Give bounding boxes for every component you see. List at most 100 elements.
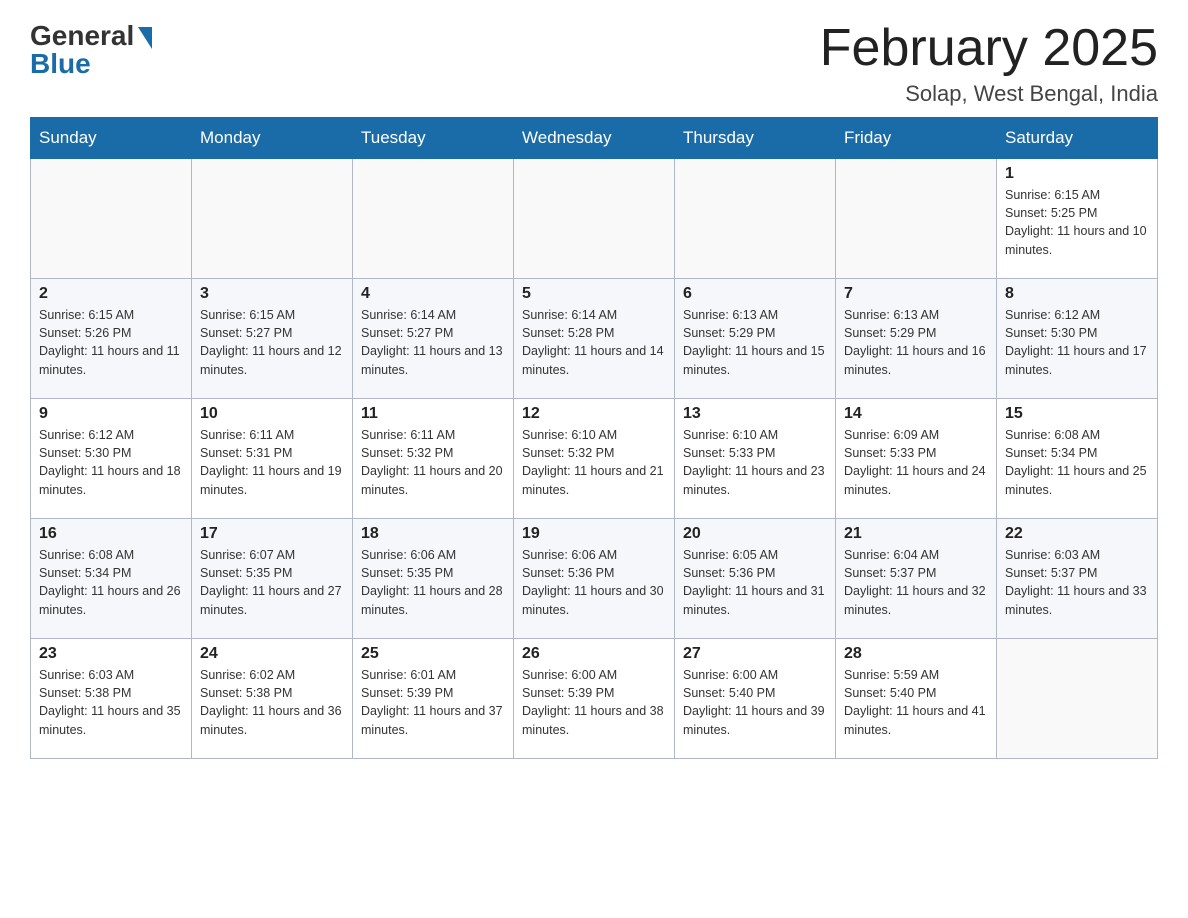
day-number: 2: [39, 285, 183, 303]
day-of-week-header: Thursday: [675, 118, 836, 159]
day-info: Sunrise: 6:10 AMSunset: 5:32 PMDaylight:…: [522, 426, 666, 499]
day-info: Sunrise: 6:02 AMSunset: 5:38 PMDaylight:…: [200, 666, 344, 739]
calendar-cell: 24 Sunrise: 6:02 AMSunset: 5:38 PMDayligh…: [192, 639, 353, 759]
day-number: 19: [522, 525, 666, 543]
day-number: 1: [1005, 165, 1149, 183]
calendar-cell: 21 Sunrise: 6:04 AMSunset: 5:37 PMDayligh…: [836, 519, 997, 639]
logo-blue-text: Blue: [30, 48, 91, 80]
calendar-cell: 5 Sunrise: 6:14 AMSunset: 5:28 PMDaylight…: [514, 279, 675, 399]
calendar-cell: 16 Sunrise: 6:08 AMSunset: 5:34 PMDayligh…: [31, 519, 192, 639]
day-number: 13: [683, 405, 827, 423]
calendar-cell: 3 Sunrise: 6:15 AMSunset: 5:27 PMDaylight…: [192, 279, 353, 399]
calendar-cell: 22 Sunrise: 6:03 AMSunset: 5:37 PMDayligh…: [997, 519, 1158, 639]
calendar-cell: 4 Sunrise: 6:14 AMSunset: 5:27 PMDaylight…: [353, 279, 514, 399]
day-info: Sunrise: 6:00 AMSunset: 5:39 PMDaylight:…: [522, 666, 666, 739]
day-info: Sunrise: 6:12 AMSunset: 5:30 PMDaylight:…: [39, 426, 183, 499]
calendar-cell: 8 Sunrise: 6:12 AMSunset: 5:30 PMDaylight…: [997, 279, 1158, 399]
calendar-week-row: 9 Sunrise: 6:12 AMSunset: 5:30 PMDaylight…: [31, 399, 1158, 519]
calendar-cell: 12 Sunrise: 6:10 AMSunset: 5:32 PMDayligh…: [514, 399, 675, 519]
day-number: 14: [844, 405, 988, 423]
day-info: Sunrise: 6:03 AMSunset: 5:37 PMDaylight:…: [1005, 546, 1149, 619]
calendar-cell: 17 Sunrise: 6:07 AMSunset: 5:35 PMDayligh…: [192, 519, 353, 639]
day-number: 18: [361, 525, 505, 543]
day-info: Sunrise: 5:59 AMSunset: 5:40 PMDaylight:…: [844, 666, 988, 739]
day-of-week-header: Friday: [836, 118, 997, 159]
calendar-cell: 1 Sunrise: 6:15 AMSunset: 5:25 PMDaylight…: [997, 159, 1158, 279]
calendar-cell: 26 Sunrise: 6:00 AMSunset: 5:39 PMDayligh…: [514, 639, 675, 759]
calendar-cell: 2 Sunrise: 6:15 AMSunset: 5:26 PMDaylight…: [31, 279, 192, 399]
day-number: 4: [361, 285, 505, 303]
day-number: 16: [39, 525, 183, 543]
calendar-cell: 18 Sunrise: 6:06 AMSunset: 5:35 PMDayligh…: [353, 519, 514, 639]
calendar-header-row: SundayMondayTuesdayWednesdayThursdayFrid…: [31, 118, 1158, 159]
day-info: Sunrise: 6:11 AMSunset: 5:31 PMDaylight:…: [200, 426, 344, 499]
day-number: 5: [522, 285, 666, 303]
calendar-cell: 25 Sunrise: 6:01 AMSunset: 5:39 PMDayligh…: [353, 639, 514, 759]
day-of-week-header: Saturday: [997, 118, 1158, 159]
calendar-cell: 20 Sunrise: 6:05 AMSunset: 5:36 PMDayligh…: [675, 519, 836, 639]
day-info: Sunrise: 6:05 AMSunset: 5:36 PMDaylight:…: [683, 546, 827, 619]
calendar-cell: 19Sunrise: 6:06 AMSunset: 5:36 PMDayligh…: [514, 519, 675, 639]
day-number: 24: [200, 645, 344, 663]
page-header: General Blue February 2025 Solap, West B…: [30, 20, 1158, 107]
day-info: Sunrise: 6:10 AMSunset: 5:33 PMDaylight:…: [683, 426, 827, 499]
day-number: 3: [200, 285, 344, 303]
day-info: Sunrise: 6:09 AMSunset: 5:33 PMDaylight:…: [844, 426, 988, 499]
calendar-cell: 28 Sunrise: 5:59 AMSunset: 5:40 PMDayligh…: [836, 639, 997, 759]
logo-arrow-icon: [138, 27, 152, 49]
day-info: Sunrise: 6:14 AMSunset: 5:28 PMDaylight:…: [522, 306, 666, 379]
calendar-cell: [997, 639, 1158, 759]
day-number: 6: [683, 285, 827, 303]
calendar-cell: [514, 159, 675, 279]
day-info: Sunrise: 6:01 AMSunset: 5:39 PMDaylight:…: [361, 666, 505, 739]
day-number: 20: [683, 525, 827, 543]
calendar-cell: 6 Sunrise: 6:13 AMSunset: 5:29 PMDaylight…: [675, 279, 836, 399]
calendar-cell: 7 Sunrise: 6:13 AMSunset: 5:29 PMDaylight…: [836, 279, 997, 399]
calendar-cell: 14 Sunrise: 6:09 AMSunset: 5:33 PMDayligh…: [836, 399, 997, 519]
day-of-week-header: Sunday: [31, 118, 192, 159]
day-number: 23: [39, 645, 183, 663]
day-info: Sunrise: 6:12 AMSunset: 5:30 PMDaylight:…: [1005, 306, 1149, 379]
day-info: Sunrise: 6:13 AMSunset: 5:29 PMDaylight:…: [683, 306, 827, 379]
day-info: Sunrise: 6:08 AMSunset: 5:34 PMDaylight:…: [39, 546, 183, 619]
month-title: February 2025: [820, 20, 1158, 77]
calendar-week-row: 16 Sunrise: 6:08 AMSunset: 5:34 PMDayligh…: [31, 519, 1158, 639]
logo: General Blue: [30, 20, 152, 80]
calendar-cell: 15Sunrise: 6:08 AMSunset: 5:34 PMDayligh…: [997, 399, 1158, 519]
day-number: 10: [200, 405, 344, 423]
day-info: Sunrise: 6:15 AMSunset: 5:27 PMDaylight:…: [200, 306, 344, 379]
day-info: Sunrise: 6:13 AMSunset: 5:29 PMDaylight:…: [844, 306, 988, 379]
day-info: Sunrise: 6:15 AMSunset: 5:26 PMDaylight:…: [39, 306, 183, 379]
day-number: 12: [522, 405, 666, 423]
day-number: 9: [39, 405, 183, 423]
day-info: Sunrise: 6:03 AMSunset: 5:38 PMDaylight:…: [39, 666, 183, 739]
day-info: Sunrise: 6:07 AMSunset: 5:35 PMDaylight:…: [200, 546, 344, 619]
calendar-cell: [836, 159, 997, 279]
day-number: 7: [844, 285, 988, 303]
calendar-week-row: 1 Sunrise: 6:15 AMSunset: 5:25 PMDaylight…: [31, 159, 1158, 279]
day-info: Sunrise: 6:06 AMSunset: 5:35 PMDaylight:…: [361, 546, 505, 619]
calendar-cell: [31, 159, 192, 279]
day-number: 22: [1005, 525, 1149, 543]
day-number: 28: [844, 645, 988, 663]
day-info: Sunrise: 6:11 AMSunset: 5:32 PMDaylight:…: [361, 426, 505, 499]
day-number: 27: [683, 645, 827, 663]
calendar-cell: 11Sunrise: 6:11 AMSunset: 5:32 PMDayligh…: [353, 399, 514, 519]
calendar-week-row: 2 Sunrise: 6:15 AMSunset: 5:26 PMDaylight…: [31, 279, 1158, 399]
calendar-table: SundayMondayTuesdayWednesdayThursdayFrid…: [30, 117, 1158, 759]
day-number: 21: [844, 525, 988, 543]
day-number: 8: [1005, 285, 1149, 303]
day-info: Sunrise: 6:04 AMSunset: 5:37 PMDaylight:…: [844, 546, 988, 619]
day-number: 15: [1005, 405, 1149, 423]
day-info: Sunrise: 6:15 AMSunset: 5:25 PMDaylight:…: [1005, 186, 1149, 259]
day-info: Sunrise: 6:14 AMSunset: 5:27 PMDaylight:…: [361, 306, 505, 379]
day-number: 17: [200, 525, 344, 543]
calendar-cell: 23 Sunrise: 6:03 AMSunset: 5:38 PMDayligh…: [31, 639, 192, 759]
day-number: 26: [522, 645, 666, 663]
day-of-week-header: Wednesday: [514, 118, 675, 159]
location-subtitle: Solap, West Bengal, India: [820, 81, 1158, 107]
day-info: Sunrise: 6:00 AMSunset: 5:40 PMDaylight:…: [683, 666, 827, 739]
day-of-week-header: Monday: [192, 118, 353, 159]
day-number: 25: [361, 645, 505, 663]
calendar-cell: [353, 159, 514, 279]
